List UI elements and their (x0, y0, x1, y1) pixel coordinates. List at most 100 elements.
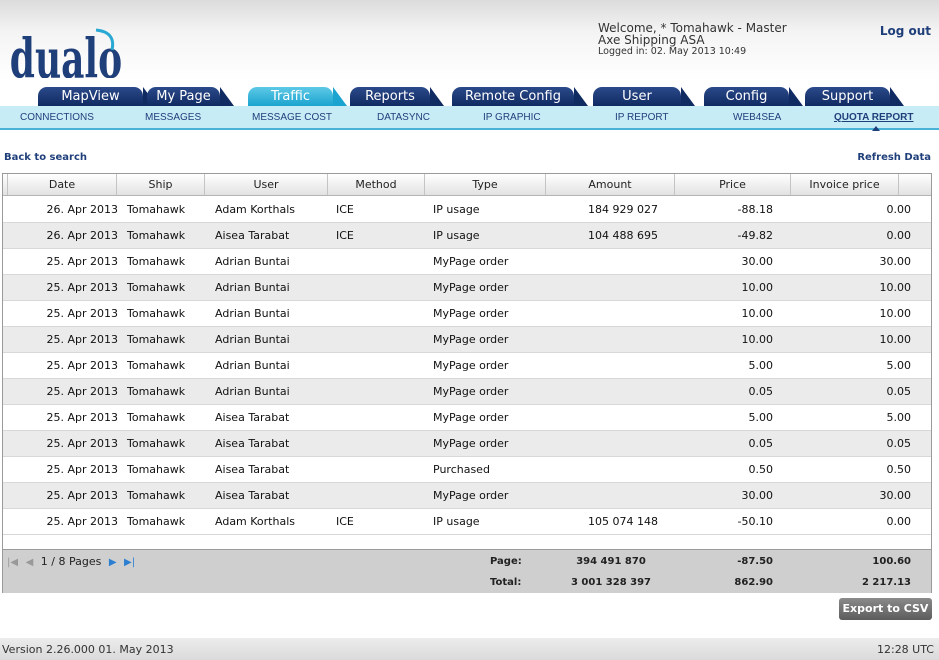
cell-method (336, 327, 416, 352)
cell-method (336, 249, 416, 274)
column-header-user[interactable]: User (205, 174, 328, 195)
cell-amount: 105 074 148 (588, 515, 658, 528)
subnav-web4sea[interactable]: WEB4SEA (733, 112, 781, 123)
page-amount: 394 491 870 (576, 556, 646, 567)
page-label: Page: (490, 556, 522, 567)
cell-amount (563, 431, 658, 456)
column-header-date[interactable]: Date (8, 174, 117, 195)
table-row[interactable]: 25. Apr 2013 Tomahawk Adrian Buntai MyPage … (3, 379, 931, 405)
cell-type: MyPage order (433, 255, 509, 268)
cell-price: 5.00 (748, 359, 774, 372)
cell-user: Adrian Buntai (215, 385, 290, 398)
subnav-ip-graphic[interactable]: IP GRAPHIC (483, 112, 541, 123)
cell-amount (563, 249, 658, 274)
total-price: 862.90 (734, 577, 773, 588)
tab-remote-config[interactable]: Remote Config (452, 87, 588, 106)
subnav-connections[interactable]: CONNECTIONS (20, 112, 94, 123)
status-bar: Version 2.26.000 01. May 2013 12:28 UTC (0, 638, 939, 660)
cell-user: Adrian Buntai (215, 333, 290, 346)
last-page-icon[interactable]: ▶| (124, 557, 135, 568)
cell-type: IP usage (433, 203, 480, 216)
total-invoice: 2 217.13 (861, 577, 911, 588)
cell-invoice-price: 0.00 (886, 515, 912, 528)
quota-report-table: Date Ship User Method Type Amount Price … (2, 173, 932, 593)
cell-type: MyPage order (433, 385, 509, 398)
cell-ship: Tomahawk (127, 307, 186, 320)
column-header-price[interactable]: Price (675, 174, 791, 195)
cell-user: Adrian Buntai (215, 359, 290, 372)
column-header-method[interactable]: Method (328, 174, 425, 195)
back-to-search-link[interactable]: Back to search (4, 152, 87, 163)
tab-reports[interactable]: Reports (350, 87, 444, 106)
cell-type: IP usage (433, 515, 480, 528)
dualog-logo[interactable]: dualog (8, 10, 147, 91)
table-row[interactable]: 25. Apr 2013 Tomahawk Aisea Tarabat MyPage … (3, 431, 931, 457)
table-row[interactable]: 26. Apr 2013 Tomahawk Aisea Tarabat ICE IP u… (3, 223, 931, 249)
cell-ship: Tomahawk (127, 255, 186, 268)
tab-mapview[interactable]: MapView (38, 87, 157, 106)
table-row[interactable]: 25. Apr 2013 Tomahawk Adam Korthals ICE IP u… (3, 509, 931, 535)
cell-date: 25. Apr 2013 (46, 437, 118, 450)
cell-amount (563, 405, 658, 430)
cell-invoice-price: 0.00 (886, 229, 912, 242)
subnav-quota-report[interactable]: QUOTA REPORT (834, 112, 913, 123)
subnav-message-cost[interactable]: MESSAGE COST (252, 112, 332, 123)
cell-ship: Tomahawk (127, 229, 186, 242)
cell-invoice-price: 0.00 (886, 203, 912, 216)
table-row[interactable]: 26. Apr 2013 Tomahawk Adam Korthals ICE IP u… (3, 197, 931, 223)
cell-user: Adam Korthals (215, 203, 295, 216)
refresh-data-link[interactable]: Refresh Data (857, 152, 931, 163)
cell-price: -50.10 (737, 515, 773, 528)
tab-support[interactable]: Support (805, 87, 904, 106)
table-header: Date Ship User Method Type Amount Price … (3, 174, 931, 196)
table-row[interactable]: 25. Apr 2013 Tomahawk Aisea Tarabat MyPage … (3, 405, 931, 431)
tab-my-page[interactable]: My Page (147, 87, 234, 106)
page-invoice: 100.60 (872, 556, 911, 567)
cell-ship: Tomahawk (127, 203, 186, 216)
column-header-ship[interactable]: Ship (117, 174, 205, 195)
cell-amount: 104 488 695 (588, 229, 658, 242)
next-page-icon[interactable]: ▶ (109, 557, 117, 568)
export-to-csv-button[interactable]: Export to CSV (839, 598, 932, 620)
page-indicator: 1 / 8 Pages (40, 555, 102, 568)
table-row[interactable]: 25. Apr 2013 Tomahawk Adrian Buntai MyPage … (3, 353, 931, 379)
table-row[interactable]: 25. Apr 2013 Tomahawk Adrian Buntai MyPage … (3, 327, 931, 353)
cell-method (336, 431, 416, 456)
cell-price: -88.18 (737, 203, 773, 216)
column-header-type[interactable]: Type (425, 174, 546, 195)
cell-type: MyPage order (433, 359, 509, 372)
column-header-invoice-price[interactable]: Invoice price (791, 174, 899, 195)
subnav-messages[interactable]: MESSAGES (145, 112, 201, 123)
cell-invoice-price: 0.05 (886, 385, 912, 398)
cell-ship: Tomahawk (127, 515, 186, 528)
cell-date: 25. Apr 2013 (46, 281, 118, 294)
cell-type: Purchased (433, 463, 490, 476)
table-row[interactable]: 25. Apr 2013 Tomahawk Aisea Tarabat Purchas… (3, 457, 931, 483)
cell-invoice-price: 30.00 (879, 489, 912, 502)
cell-invoice-price: 0.05 (886, 437, 912, 450)
cell-method (336, 275, 416, 300)
prev-page-icon[interactable]: ◀ (26, 557, 34, 568)
utc-time: 12:28 UTC (876, 643, 934, 656)
column-header-amount[interactable]: Amount (546, 174, 675, 195)
table-row[interactable]: 25. Apr 2013 Tomahawk Adrian Buntai MyPage … (3, 275, 931, 301)
page-price: -87.50 (737, 556, 773, 567)
cell-price: 5.00 (748, 411, 774, 424)
tab-config[interactable]: Config (704, 87, 803, 106)
cell-user: Aisea Tarabat (215, 411, 290, 424)
tab-user[interactable]: User (593, 87, 695, 106)
cell-method (336, 379, 416, 404)
subnav-datasync[interactable]: DATASYNC (377, 112, 430, 123)
table-row[interactable]: 25. Apr 2013 Tomahawk Aisea Tarabat MyPage … (3, 483, 931, 509)
logout-link[interactable]: Log out (880, 24, 931, 38)
first-page-icon[interactable]: |◀ (7, 557, 18, 568)
cell-ship: Tomahawk (127, 489, 186, 502)
subnav-ip-report[interactable]: IP REPORT (615, 112, 669, 123)
table-row[interactable]: 25. Apr 2013 Tomahawk Adrian Buntai MyPage … (3, 301, 931, 327)
main-tabs: MapView My Page Traffic Reports Remote C… (0, 80, 939, 106)
table-row[interactable]: 25. Apr 2013 Tomahawk Adrian Buntai MyPage … (3, 249, 931, 275)
cell-price: 30.00 (741, 255, 774, 268)
tab-traffic[interactable]: Traffic (248, 87, 347, 106)
cell-type: MyPage order (433, 411, 509, 424)
cell-method: ICE (336, 203, 354, 216)
